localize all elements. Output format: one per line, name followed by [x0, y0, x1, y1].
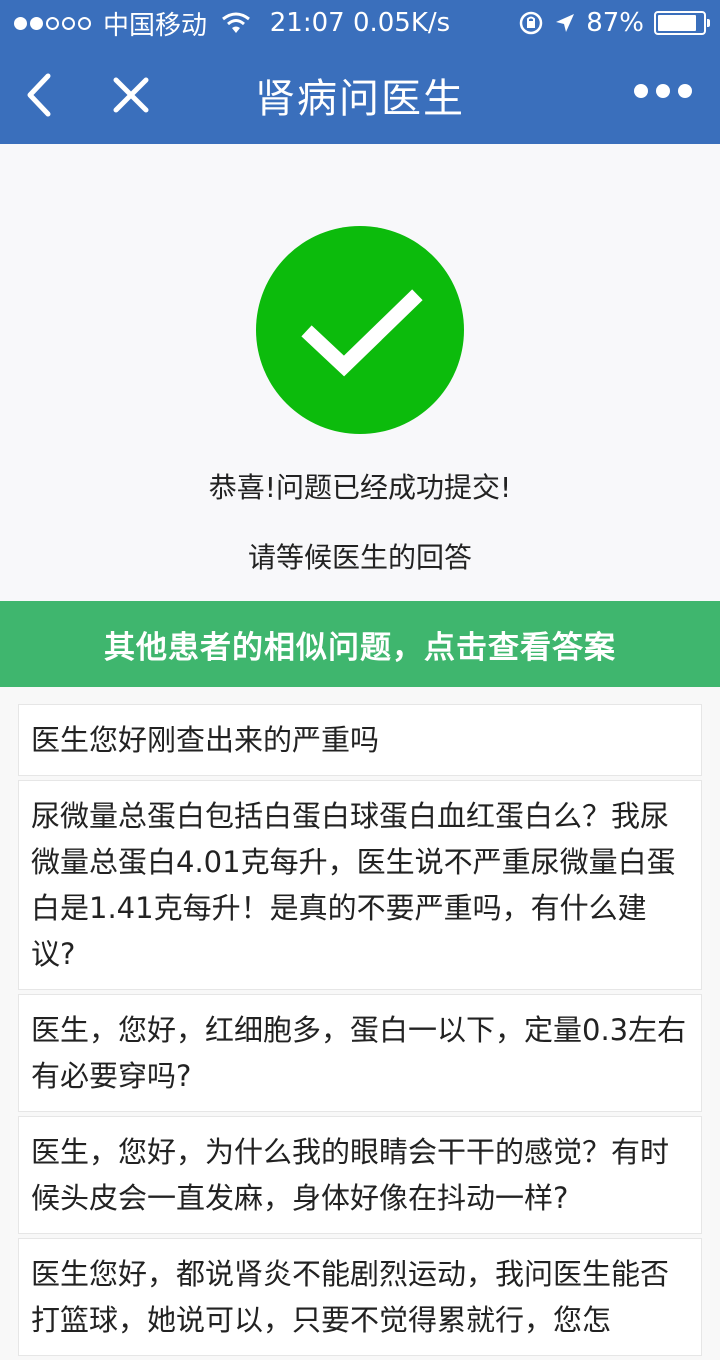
rotation-lock-icon — [519, 11, 543, 35]
question-item[interactable]: 医生，您好，为什么我的眼睛会干干的感觉？有时候头皮会一直发麻，身体好像在抖动一样… — [18, 1116, 702, 1234]
battery-percent: 87% — [586, 8, 644, 38]
more-icon[interactable] — [634, 84, 692, 98]
wait-message: 请等候医生的回答 — [247, 541, 472, 574]
page-title: 肾病问医生 — [255, 76, 465, 122]
success-panel: 恭喜!问题已经成功提交! 请等候医生的回答 — [0, 144, 720, 601]
status-right: 87% — [518, 0, 710, 46]
similar-questions-banner: 其他患者的相似问题，点击查看答案 — [0, 601, 720, 687]
success-check-icon — [256, 226, 464, 434]
location-icon — [556, 14, 575, 32]
battery-fill — [658, 15, 697, 31]
battery-icon — [654, 11, 710, 35]
question-item[interactable]: 医生，您好，红细胞多，蛋白一以下，定量0.3左右有必要穿吗? — [18, 994, 702, 1112]
question-list: 医生您好刚查出来的严重吗 尿微量总蛋白包括白蛋白球蛋白血红蛋白么？我尿微量总蛋白… — [18, 704, 702, 1360]
question-item[interactable]: 尿微量总蛋白包括白蛋白球蛋白血红蛋白么？我尿微量总蛋白4.01克每升，医生说不严… — [18, 780, 702, 990]
success-message: 恭喜!问题已经成功提交! — [208, 471, 512, 504]
nav-bar: 肾病问医生 — [0, 46, 720, 144]
status-bar: 中国移动 21:07 0.05K/s 87% — [0, 0, 720, 46]
question-item[interactable]: 医生您好刚查出来的严重吗 — [18, 704, 702, 776]
question-item[interactable]: 医生您好，都说肾炎不能剧烈运动，我问医生能否打篮球，她说可以，只要不觉得累就行，… — [18, 1238, 702, 1356]
